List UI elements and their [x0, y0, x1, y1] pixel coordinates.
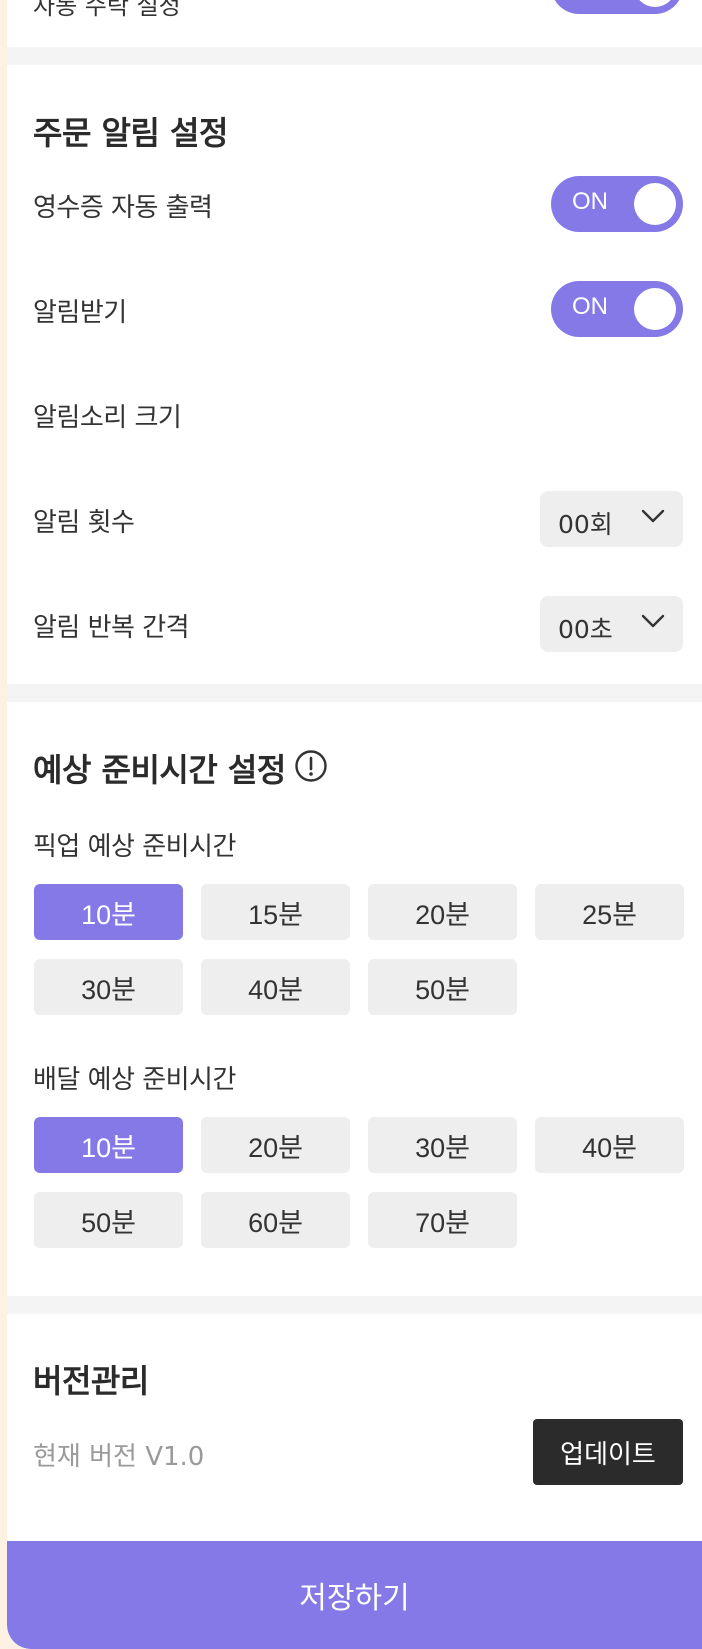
toggle-state: ON [572, 188, 608, 215]
auto-accept-label: 자동 수락 설정 [33, 0, 181, 20]
delivery-prep-label: 배달 예상 준비시간 [33, 1065, 236, 1095]
pickup-time-chip[interactable]: 10분 [34, 884, 183, 940]
delivery-time-chip[interactable]: 50분 [34, 1192, 183, 1248]
version-title: 버전관리 [33, 1362, 149, 1400]
toggle-knob [634, 0, 676, 7]
pickup-time-chip[interactable]: 25분 [535, 884, 684, 940]
delivery-time-chip[interactable]: 30분 [368, 1117, 517, 1173]
alarm-interval-label: 알림 반복 간격 [33, 613, 190, 643]
toggle-knob [634, 183, 676, 225]
auto-accept-toggle[interactable] [551, 0, 683, 14]
delivery-time-chip[interactable]: 70분 [368, 1192, 517, 1248]
section-divider [7, 684, 702, 702]
prep-time-title: 예상 준비시간 설정 [33, 751, 286, 789]
delivery-time-chip[interactable]: 40분 [535, 1117, 684, 1173]
toggle-knob [634, 288, 676, 330]
alarm-interval-select[interactable]: 00초 [540, 596, 683, 652]
alarm-count-label: 알림 횟수 [33, 508, 135, 538]
pickup-time-chip[interactable]: 50분 [368, 959, 517, 1015]
order-alarm-title: 주문 알림 설정 [33, 114, 228, 152]
alarm-count-value: 00회 [558, 510, 613, 539]
update-button[interactable]: 업데이트 [533, 1419, 683, 1485]
section-divider [7, 1296, 702, 1314]
info-icon[interactable] [294, 749, 328, 783]
toggle-state: ON [572, 293, 608, 320]
pickup-time-chip[interactable]: 15분 [201, 884, 350, 940]
chevron-down-icon [641, 614, 665, 628]
section-divider [7, 47, 702, 65]
delivery-time-chip[interactable]: 10분 [34, 1117, 183, 1173]
alarm-volume-label: 알림소리 크기 [33, 403, 182, 433]
receipt-print-label: 영수증 자동 출력 [33, 193, 213, 223]
pickup-time-chip[interactable]: 20분 [368, 884, 517, 940]
current-version: 현재 버전 V1.0 [33, 1442, 205, 1472]
alarm-interval-value: 00초 [558, 615, 613, 644]
receive-alarm-toggle[interactable]: ON [551, 281, 683, 337]
alarm-count-select[interactable]: 00회 [540, 491, 683, 547]
receive-alarm-label: 알림받기 [33, 298, 127, 328]
delivery-time-chip[interactable]: 60분 [201, 1192, 350, 1248]
receipt-print-toggle[interactable]: ON [551, 176, 683, 232]
settings-panel: 자동 수락 설정 주문 알림 설정 영수증 자동 출력 ON 알림받기 ON 알… [7, 0, 702, 1649]
chevron-down-icon [641, 509, 665, 523]
pickup-prep-label: 픽업 예상 준비시간 [33, 832, 236, 862]
pickup-time-chip[interactable]: 40분 [201, 959, 350, 1015]
delivery-time-chip[interactable]: 20분 [201, 1117, 350, 1173]
save-button[interactable]: 저장하기 [7, 1541, 702, 1649]
pickup-time-chip[interactable]: 30분 [34, 959, 183, 1015]
